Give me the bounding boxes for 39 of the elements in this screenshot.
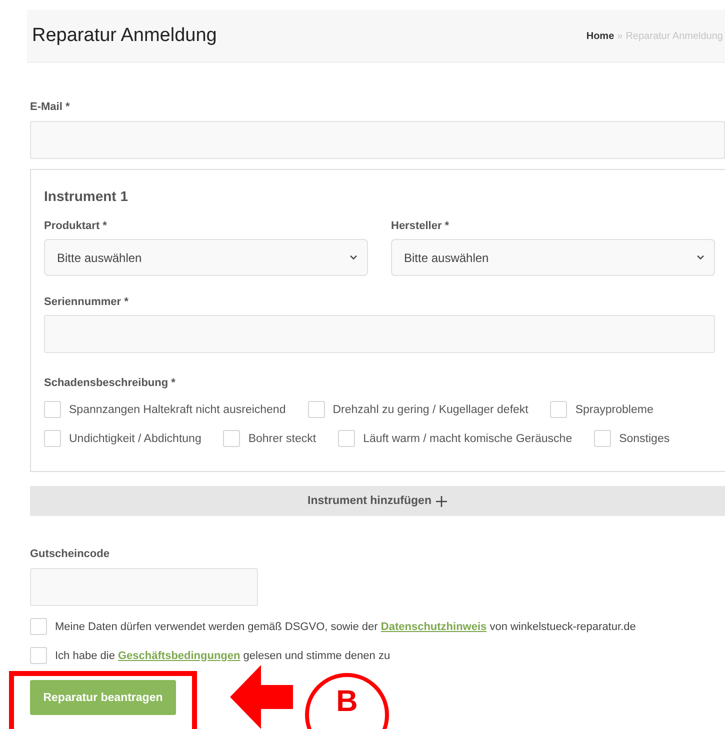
breadcrumb-link[interactable]: Home <box>586 30 614 42</box>
add-instrument-button[interactable]: Instrument hinzufügen <box>30 486 725 516</box>
consent-text: Ich habe die Geschäftsbedingungen gelesen und stimme denen zu <box>55 650 390 662</box>
field-label: E-Mail * <box>30 101 71 113</box>
checkbox-label: Sonstiges <box>619 432 670 444</box>
annotation-label: B <box>336 685 358 719</box>
checkbox-label: Sprayprobleme <box>575 404 654 416</box>
field-label: Hersteller * <box>391 220 450 232</box>
checkbox[interactable] <box>594 430 612 447</box>
select-field[interactable]: Bitte auswählen <box>391 239 715 276</box>
consent-text: Meine Daten dürfen verwendet werden gemäß DSGVO, sowie der Datenschutzhinweis von winkelstueck-reparatur.de <box>55 620 636 632</box>
checkbox-label: Spannzangen Haltekraft nicht ausreichend <box>69 404 286 416</box>
field-label: Schadensbeschreibung * <box>44 377 176 389</box>
checkbox[interactable] <box>550 401 568 418</box>
checkbox[interactable] <box>308 401 325 418</box>
plus-icon <box>436 496 448 506</box>
breadcrumb-separator: » <box>617 30 623 42</box>
checkbox-label: Drehzahl zu gering / Kugellager defekt <box>332 404 528 416</box>
voucher-field[interactable] <box>30 568 258 606</box>
checkbox-label: Bohrer steckt <box>248 432 316 444</box>
select-field[interactable]: Bitte auswählen <box>44 239 368 276</box>
page-title: Reparatur Anmeldung <box>32 25 217 47</box>
serial-number-field[interactable] <box>44 315 715 353</box>
checkbox-label: Läuft warm / macht komische Geräusche <box>363 432 572 444</box>
checkbox[interactable] <box>223 430 240 447</box>
chevron-icon <box>350 255 357 260</box>
field-label: Seriennummer * <box>44 296 130 308</box>
checkbox[interactable] <box>338 430 356 447</box>
checkbox[interactable] <box>44 401 61 418</box>
checkbox[interactable] <box>44 430 61 447</box>
section-title: Instrument 1 <box>44 188 130 204</box>
arrow-icon <box>230 665 293 729</box>
field-label: Gutscheincode <box>30 548 110 560</box>
checkbox[interactable] <box>30 647 47 664</box>
field-label: Produktart * <box>44 220 108 232</box>
checkbox-label: Undichtigkeit / Abdichtung <box>69 432 202 444</box>
chevron-icon <box>697 255 704 260</box>
checkbox[interactable] <box>30 618 47 635</box>
email-field[interactable] <box>30 121 725 159</box>
